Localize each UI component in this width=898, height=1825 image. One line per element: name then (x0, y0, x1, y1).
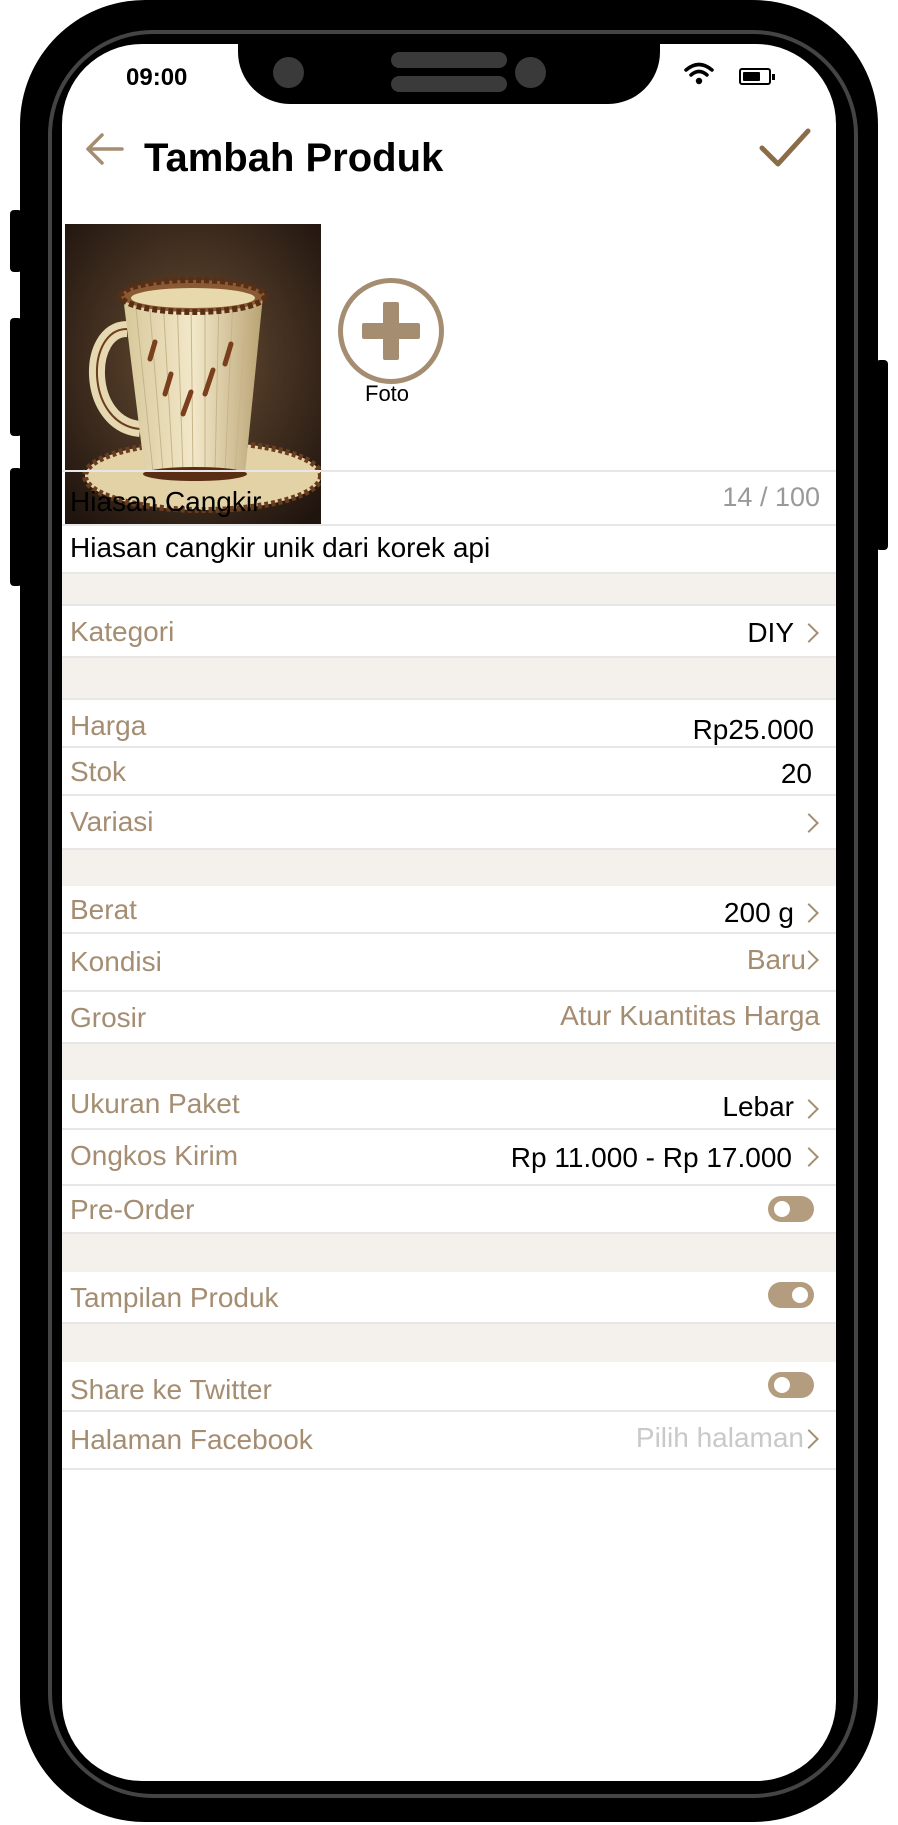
add-photo-label: Foto (365, 381, 410, 406)
section-divider (62, 574, 836, 604)
pre-order-toggle[interactable] (768, 1196, 814, 1222)
share-twitter-row: Share ke Twitter (62, 1362, 836, 1412)
ukuran-paket-value: Lebar (722, 1091, 794, 1122)
ongkos-kirim-value: Rp 11.000 - Rp 17.000 (510, 1142, 792, 1173)
volume-up-button (10, 318, 22, 436)
variasi-row[interactable]: Variasi (62, 796, 836, 850)
tampilan-produk-row: Tampilan Produk (62, 1272, 836, 1324)
ukuran-paket-row[interactable]: Ukuran Paket Lebar (62, 1080, 836, 1130)
kondisi-row[interactable]: Kondisi Baru (62, 934, 836, 992)
product-description-input[interactable]: Hiasan cangkir unik dari korek api (70, 532, 490, 564)
battery-icon (739, 68, 775, 85)
chevron-right-icon (799, 1099, 819, 1119)
harga-row[interactable]: Harga Rp25.000 (62, 698, 836, 748)
section-divider (62, 850, 836, 886)
variasi-label: Variasi (70, 806, 154, 837)
product-name-row[interactable]: Hiasan Cangkir 14 / 100 (62, 470, 836, 526)
add-photo-button[interactable] (338, 278, 444, 384)
product-description-row[interactable]: Hiasan cangkir unik dari korek api (62, 526, 836, 574)
tampilan-produk-toggle[interactable] (768, 1282, 814, 1308)
section-divider (62, 658, 836, 698)
kategori-value: DIY (747, 617, 794, 648)
halaman-facebook-placeholder: Pilih halaman (635, 1422, 804, 1453)
pre-order-label: Pre-Order (70, 1194, 195, 1225)
section-divider (62, 1234, 836, 1272)
tampilan-produk-label: Tampilan Produk (70, 1282, 279, 1313)
section-divider (62, 1044, 836, 1080)
grosir-label: Grosir (70, 1002, 147, 1033)
halaman-facebook-row[interactable]: Halaman Facebook Pilih halaman (62, 1412, 836, 1470)
header: Tambah Produk (62, 84, 836, 180)
kondisi-value: Baru (746, 944, 806, 975)
halaman-facebook-label: Halaman Facebook (70, 1424, 313, 1455)
grosir-row[interactable]: Grosir Atur Kuantitas Harga (62, 992, 836, 1044)
speaker-grille (391, 52, 507, 68)
wifi-icon (684, 62, 714, 85)
kategori-label: Kategori (70, 616, 175, 647)
check-icon[interactable] (759, 128, 811, 168)
stok-label: Stok (70, 756, 127, 787)
berat-label: Berat (70, 894, 137, 925)
section-divider (62, 1324, 836, 1362)
ongkos-kirim-label: Ongkos Kirim (70, 1140, 239, 1171)
pre-order-row: Pre-Order (62, 1186, 836, 1234)
harga-value[interactable]: Rp25.000 (693, 714, 814, 746)
chevron-right-icon (799, 623, 819, 643)
harga-label: Harga (70, 710, 147, 741)
grosir-value[interactable]: Atur Kuantitas Harga (560, 1000, 820, 1032)
share-twitter-toggle[interactable] (768, 1372, 814, 1398)
app-screen: 09:00 Tambah Produk Foto Hiasan Cangkir … (62, 44, 836, 1781)
share-twitter-label: Share ke Twitter (70, 1374, 272, 1405)
stok-value[interactable]: 20 (781, 758, 812, 790)
page-title: Tambah Produk (144, 136, 444, 180)
chevron-right-icon (799, 813, 819, 833)
volume-down-button (10, 468, 22, 586)
stok-row[interactable]: Stok 20 (62, 748, 836, 796)
ongkos-kirim-row[interactable]: Ongkos Kirim Rp 11.000 - Rp 17.000 (62, 1130, 836, 1186)
product-name-input[interactable]: Hiasan Cangkir (70, 486, 261, 518)
berat-value: 200 g (723, 897, 794, 928)
kondisi-label: Kondisi (70, 946, 162, 977)
power-button (876, 360, 888, 550)
mute-switch (10, 210, 22, 272)
name-char-counter: 14 / 100 (722, 482, 820, 512)
chevron-right-icon (799, 1147, 819, 1167)
arrow-left-icon[interactable] (84, 132, 124, 166)
ukuran-paket-label: Ukuran Paket (70, 1088, 240, 1119)
berat-row[interactable]: Berat 200 g (62, 886, 836, 934)
kategori-row[interactable]: Kategori DIY (62, 604, 836, 658)
chevron-right-icon (799, 903, 819, 923)
